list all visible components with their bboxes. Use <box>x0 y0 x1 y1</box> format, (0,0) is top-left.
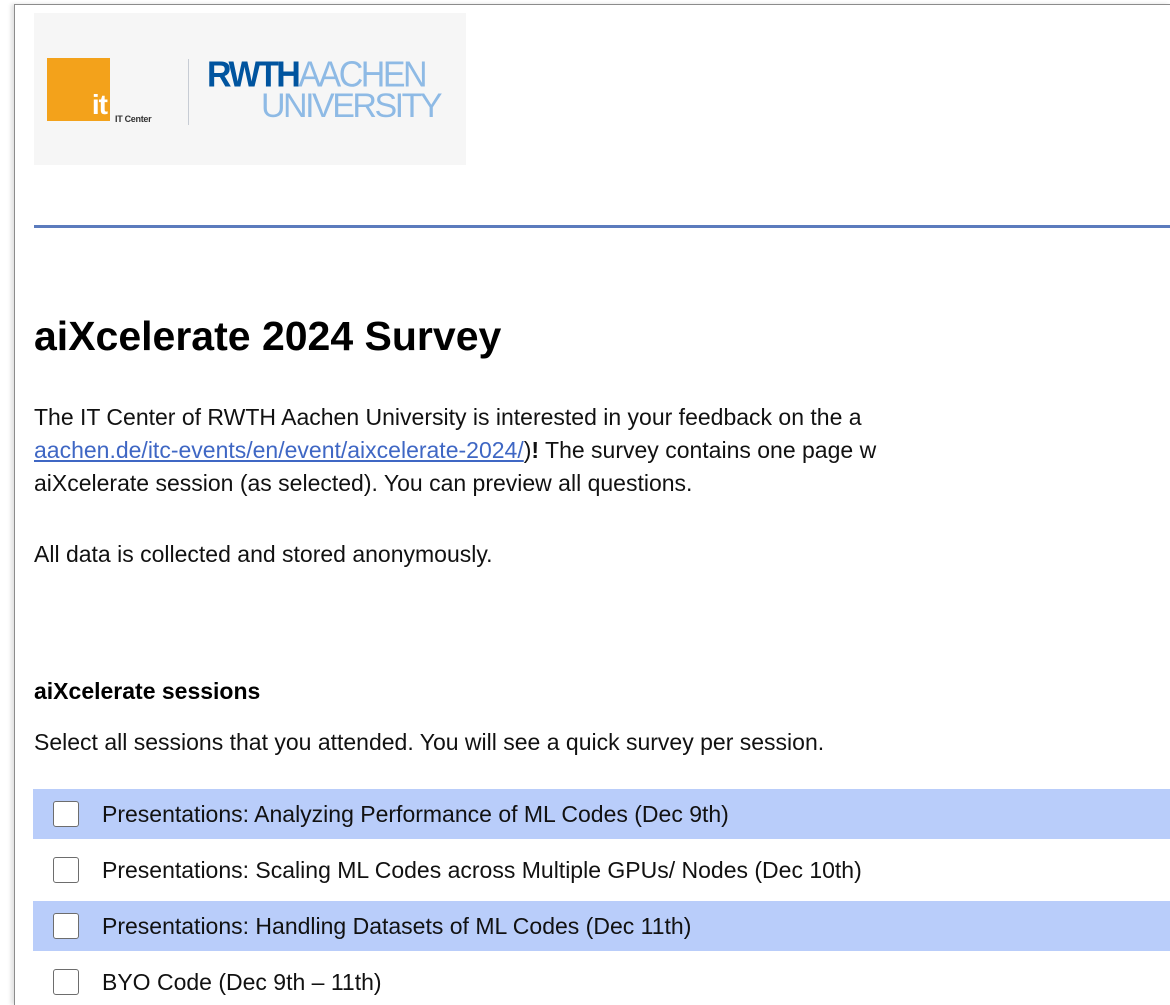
session-option-label[interactable]: Presentations: Handling Datasets of ML C… <box>102 913 691 940</box>
survey-intro: The IT Center of RWTH Aachen University … <box>34 401 1170 500</box>
session-option-analyzing-performance[interactable]: Presentations: Analyzing Performance of … <box>33 789 1170 839</box>
it-center-logo-icon: it <box>47 58 110 121</box>
checkbox[interactable] <box>53 801 79 827</box>
event-link[interactable]: aachen.de/itc-events/en/event/aixcelerat… <box>34 437 524 463</box>
checkbox[interactable] <box>53 857 79 883</box>
intro-text-line1: The IT Center of RWTH Aachen University … <box>34 404 862 430</box>
logo-divider <box>188 59 189 125</box>
intro-exclamation: ! <box>531 437 540 463</box>
checkbox[interactable] <box>53 913 79 939</box>
it-logo-text: it <box>91 89 108 120</box>
rwth-logo-university: UNIVERSITY <box>261 87 443 125</box>
anonymity-note: All data is collected and stored anonymo… <box>34 541 493 567</box>
session-option-byo-code[interactable]: BYO Code (Dec 9th – 11th) <box>33 957 1170 1005</box>
session-option-scaling[interactable]: Presentations: Scaling ML Codes across M… <box>33 845 1170 895</box>
header-logo: it IT Center RWTHAACHEN UNIVERSITY <box>34 13 466 165</box>
sessions-heading: aiXcelerate sessions <box>34 678 261 704</box>
checkbox[interactable] <box>53 969 79 995</box>
session-option-label[interactable]: Presentations: Analyzing Performance of … <box>102 801 729 828</box>
intro-text-line3: aiXcelerate session (as selected). You c… <box>34 470 693 496</box>
session-options-list: Presentations: Analyzing Performance of … <box>33 789 1170 1005</box>
session-option-label[interactable]: BYO Code (Dec 9th – 11th) <box>102 969 382 996</box>
page-title: aiXcelerate 2024 Survey <box>34 313 502 359</box>
it-center-label: IT Center <box>115 114 152 124</box>
header-divider <box>34 225 1170 228</box>
session-option-handling-datasets[interactable]: Presentations: Handling Datasets of ML C… <box>33 901 1170 951</box>
survey-page: it IT Center RWTHAACHEN UNIVERSITY aiXce… <box>14 4 1170 1005</box>
intro-text-line2: The survey contains one page w <box>539 437 877 463</box>
session-option-label[interactable]: Presentations: Scaling ML Codes across M… <box>102 857 862 884</box>
sessions-description: Select all sessions that you attended. Y… <box>34 729 825 755</box>
